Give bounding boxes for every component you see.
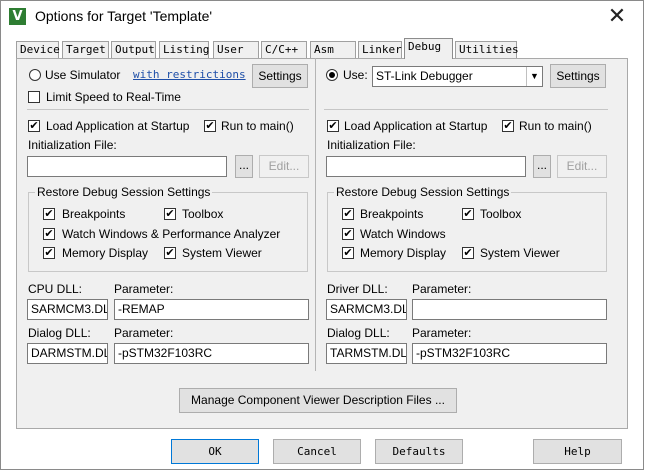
tab-utilities[interactable]: Utilities — [455, 41, 519, 58]
keil-uvision-icon: V — [9, 8, 26, 25]
cancel-button[interactable]: Cancel — [273, 439, 361, 464]
dialog-title: Options for Target 'Template' — [35, 8, 213, 24]
tab-device[interactable]: Device — [16, 41, 60, 58]
tab-asm[interactable]: Asm — [310, 41, 356, 58]
left-toolbox-label: Toolbox — [182, 207, 224, 221]
left-dialog-dll-label: Dialog DLL: — [28, 326, 91, 340]
cpu-dll-param-input[interactable]: -REMAP — [114, 299, 309, 320]
left-breakpoints-checkbox[interactable]: ✔ — [43, 208, 55, 220]
tab-user[interactable]: User — [213, 41, 259, 58]
cpu-dll-input[interactable]: SARMCM3.DLL — [27, 299, 108, 320]
debugger-settings-button[interactable]: Settings — [550, 64, 606, 88]
right-breakpoints-checkbox[interactable]: ✔ — [342, 208, 354, 220]
right-dialog-dll-label: Dialog DLL: — [327, 326, 390, 340]
ok-button[interactable]: OK — [171, 439, 259, 464]
limit-speed-checkbox[interactable] — [28, 91, 40, 103]
tab-target[interactable]: Target — [62, 41, 109, 58]
driver-dll-label: Driver DLL: — [327, 282, 388, 296]
tab-listing[interactable]: Listing — [159, 41, 209, 58]
driver-dll-param-label: Parameter: — [412, 282, 472, 296]
left-init-file-input[interactable] — [27, 156, 227, 177]
chevron-down-icon[interactable]: ▼ — [526, 67, 542, 86]
left-system-viewer-checkbox[interactable]: ✔ — [164, 247, 176, 259]
tab-linker[interactable]: Linker — [358, 41, 402, 58]
right-load-app-checkbox[interactable]: ✔ — [327, 120, 339, 132]
left-dialog-param-input[interactable]: -pSTM32F103RC — [114, 343, 309, 364]
right-separator — [324, 109, 608, 110]
left-dialog-param-label: Parameter: — [114, 326, 174, 340]
simulator-settings-button[interactable]: Settings — [252, 64, 308, 88]
defaults-button[interactable]: Defaults — [375, 439, 463, 464]
left-run-to-main-checkbox[interactable]: ✔ — [204, 120, 216, 132]
left-memory-label: Memory Display — [62, 246, 149, 260]
right-memory-label: Memory Display — [360, 246, 447, 260]
right-watch-label: Watch Windows — [360, 227, 446, 241]
use-simulator-label: Use Simulator — [45, 68, 121, 82]
left-toolbox-checkbox[interactable]: ✔ — [164, 208, 176, 220]
use-debugger-radio[interactable] — [326, 69, 338, 81]
title-bar: V Options for Target 'Template' ✕ — [1, 1, 643, 33]
left-memory-checkbox[interactable]: ✔ — [43, 247, 55, 259]
debugger-select-value: ST-Link Debugger — [376, 69, 473, 83]
right-breakpoints-label: Breakpoints — [360, 207, 424, 221]
right-toolbox-checkbox[interactable]: ✔ — [462, 208, 474, 220]
left-watch-label: Watch Windows & Performance Analyzer — [62, 227, 281, 241]
right-run-to-main-checkbox[interactable]: ✔ — [502, 120, 514, 132]
driver-dll-input[interactable]: SARMCM3.DLL — [326, 299, 407, 320]
right-system-viewer-label: System Viewer — [480, 246, 560, 260]
cpu-dll-param-label: Parameter: — [114, 282, 174, 296]
left-init-edit-button[interactable]: Edit... — [259, 155, 309, 178]
left-separator — [27, 109, 309, 110]
right-init-file-label: Initialization File: — [327, 138, 416, 152]
right-load-app-label: Load Application at Startup — [344, 119, 488, 133]
use-simulator-radio[interactable] — [29, 69, 41, 81]
manage-component-viewer-button[interactable]: Manage Component Viewer Description File… — [179, 388, 457, 413]
left-init-file-label: Initialization File: — [28, 138, 117, 152]
left-breakpoints-label: Breakpoints — [62, 207, 126, 221]
right-memory-checkbox[interactable]: ✔ — [342, 247, 354, 259]
right-init-file-input[interactable] — [326, 156, 526, 177]
left-watch-checkbox[interactable]: ✔ — [43, 228, 55, 240]
right-watch-checkbox[interactable]: ✔ — [342, 228, 354, 240]
close-icon[interactable]: ✕ — [603, 3, 631, 29]
limit-speed-label: Limit Speed to Real-Time — [46, 90, 181, 104]
column-divider — [315, 58, 316, 371]
use-label: Use: — [343, 68, 368, 82]
tab-cc[interactable]: C/C++ — [261, 41, 307, 58]
tab-output[interactable]: Output — [111, 41, 156, 58]
right-system-viewer-checkbox[interactable]: ✔ — [462, 247, 474, 259]
left-init-browse-button[interactable]: ... — [235, 155, 253, 178]
help-button[interactable]: Help — [533, 439, 622, 464]
right-dialog-param-input[interactable]: -pSTM32F103RC — [412, 343, 607, 364]
left-restore-group-title: Restore Debug Session Settings — [35, 185, 213, 199]
right-run-to-main-label: Run to main() — [519, 119, 592, 133]
left-load-app-label: Load Application at Startup — [46, 119, 190, 133]
right-dialog-dll-input[interactable]: TARMSTM.DLL — [326, 343, 407, 364]
tab-debug[interactable]: Debug — [404, 38, 453, 59]
debugger-select[interactable]: ST-Link Debugger ▼ — [372, 66, 543, 87]
with-restrictions-link[interactable]: with restrictions — [133, 68, 246, 81]
right-toolbox-label: Toolbox — [480, 207, 522, 221]
right-init-edit-button[interactable]: Edit... — [557, 155, 607, 178]
cpu-dll-label: CPU DLL: — [28, 282, 83, 296]
right-restore-group-title: Restore Debug Session Settings — [334, 185, 512, 199]
right-init-browse-button[interactable]: ... — [533, 155, 551, 178]
left-system-viewer-label: System Viewer — [182, 246, 262, 260]
left-load-app-checkbox[interactable]: ✔ — [28, 120, 40, 132]
driver-dll-param-input[interactable] — [412, 299, 607, 320]
left-run-to-main-label: Run to main() — [221, 119, 294, 133]
right-dialog-param-label: Parameter: — [412, 326, 472, 340]
left-dialog-dll-input[interactable]: DARMSTM.DLL — [27, 343, 108, 364]
